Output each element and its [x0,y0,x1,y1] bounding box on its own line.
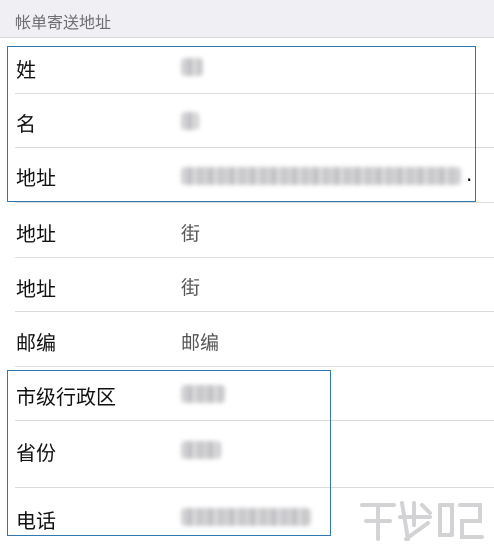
address-line-2-row[interactable]: 地址 街 [0,203,494,258]
postal-code-label: 邮编 [16,331,56,355]
phone-label: 电话 [16,509,56,533]
address-line-2-label: 地址 [16,222,56,246]
city-redacted-value [181,385,225,403]
address-line-2-placeholder: 街 [181,223,201,245]
city-label: 市级行政区 [16,385,116,409]
last-name-row[interactable]: 姓 [0,39,494,94]
first-name-label: 名 [16,112,36,136]
phone-redacted-value [181,508,311,526]
province-redacted-value [181,441,221,459]
address-line-3-label: 地址 [16,277,56,301]
address-line-3-placeholder: 街 [181,277,201,299]
first-name-row[interactable]: 名 [0,94,494,148]
city-row[interactable]: 市级行政区 [0,367,494,421]
address-line-1-suffix: . [466,162,473,186]
province-label: 省份 [16,441,56,465]
watermark-logo-icon [360,501,484,541]
first-name-redacted-value [181,112,199,130]
province-row[interactable]: 省份 [0,421,494,488]
address-line-1-row[interactable]: 地址 . [0,148,494,203]
postal-code-placeholder: 邮编 [181,332,220,354]
address-line-3-row[interactable]: 地址 街 [0,258,494,312]
last-name-label: 姓 [16,58,36,82]
last-name-redacted-value [181,58,203,76]
section-header: 帐单寄送地址 [0,0,494,38]
section-title: 帐单寄送地址 [15,13,112,32]
postal-code-row[interactable]: 邮编 邮编 [0,312,494,367]
address-line-1-label: 地址 [16,166,56,190]
address-line-1-redacted-value [181,167,461,185]
